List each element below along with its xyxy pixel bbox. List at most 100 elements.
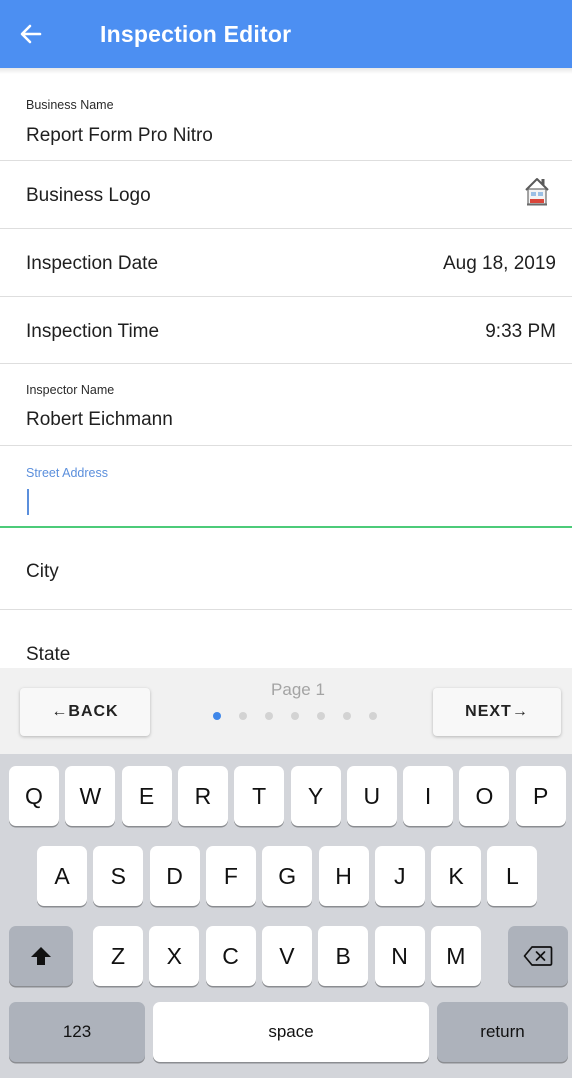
page-dot xyxy=(369,712,377,720)
key-n[interactable]: N xyxy=(374,926,425,986)
key-i-label: I xyxy=(424,782,432,809)
key-l[interactable]: L xyxy=(487,846,538,906)
key-q-label: Q xyxy=(25,782,43,809)
inspection-editor-screen: Inspection Editor Business Name Report F… xyxy=(0,0,572,1078)
key-k-label: K xyxy=(448,862,464,889)
pager-bar: ←BACK Page 1 NEXT→ xyxy=(0,668,572,754)
key-a[interactable]: A xyxy=(37,846,87,906)
return-key-label: return xyxy=(480,1022,525,1041)
key-j[interactable]: J xyxy=(374,846,425,906)
key-y[interactable]: Y xyxy=(290,766,341,826)
state-field[interactable]: State xyxy=(0,610,572,670)
key-g[interactable]: G xyxy=(262,846,313,906)
page-dot xyxy=(265,712,273,720)
space-key-label: space xyxy=(268,1022,314,1041)
on-screen-keyboard: Q W E R T Y U I O P A S D F G H J K L Z X C V B N M 123 space return xyxy=(0,754,572,1078)
key-m[interactable]: M xyxy=(430,926,481,986)
inspector-name-value: Robert Eichmann xyxy=(26,409,173,430)
key-n-label: N xyxy=(391,942,408,969)
key-b-label: B xyxy=(335,942,351,969)
key-u[interactable]: U xyxy=(346,766,397,826)
key-r-label: R xyxy=(194,782,212,809)
key-w[interactable]: W xyxy=(65,766,116,826)
key-o[interactable]: O xyxy=(459,766,510,826)
key-k[interactable]: K xyxy=(431,846,482,906)
key-f-label: F xyxy=(223,862,238,889)
key-i[interactable]: I xyxy=(403,766,454,826)
back-button[interactable] xyxy=(0,0,72,68)
page-dot xyxy=(213,712,221,720)
key-l-label: L xyxy=(505,862,519,889)
key-t[interactable]: T xyxy=(234,766,285,826)
key-o-label: O xyxy=(475,782,494,809)
return-key[interactable]: return xyxy=(437,1002,568,1062)
state-label: State xyxy=(26,644,71,665)
key-m-label: M xyxy=(446,942,466,969)
key-q[interactable]: Q xyxy=(9,766,59,826)
shift-key[interactable] xyxy=(9,926,73,986)
key-c[interactable]: C xyxy=(205,926,256,986)
key-x[interactable]: X xyxy=(149,926,200,986)
key-t-label: T xyxy=(252,782,267,809)
key-s[interactable]: S xyxy=(93,846,144,906)
key-y-label: Y xyxy=(307,782,324,809)
key-d[interactable]: D xyxy=(149,846,200,906)
inspection-time-row[interactable]: Inspection Time 9:33 PM xyxy=(0,297,572,364)
business-logo-label: Business Logo xyxy=(26,185,151,206)
street-address-field[interactable]: Street Address xyxy=(0,446,572,528)
app-bar-shadow xyxy=(0,68,572,74)
inspection-time-label: Inspection Time xyxy=(26,321,160,342)
inspection-time-value: 9:33 PM xyxy=(485,321,556,342)
numbers-key[interactable]: 123 xyxy=(9,1002,145,1062)
key-p[interactable]: P xyxy=(515,766,566,826)
inspection-date-value: Aug 18, 2019 xyxy=(442,253,556,274)
space-key[interactable]: space xyxy=(153,1002,429,1062)
key-f[interactable]: F xyxy=(205,846,256,906)
business-name-value: Report Form Pro Nitro xyxy=(26,125,213,146)
inspection-date-row[interactable]: Inspection Date Aug 18, 2019 xyxy=(0,229,572,297)
page-dot xyxy=(317,712,325,720)
key-s-label: S xyxy=(110,862,126,889)
city-label: City xyxy=(26,561,59,582)
street-address-label: Street Address xyxy=(26,466,108,480)
key-r[interactable]: R xyxy=(177,766,228,826)
arrow-left-icon xyxy=(20,24,42,44)
numbers-key-label: 123 xyxy=(62,1022,92,1041)
page-dot xyxy=(239,712,247,720)
key-c-label: C xyxy=(222,942,239,969)
key-z[interactable]: Z xyxy=(93,926,143,986)
text-cursor xyxy=(27,489,29,515)
page-dot xyxy=(291,712,299,720)
inspector-name-field[interactable]: Inspector Name Robert Eichmann xyxy=(0,364,572,446)
page-title: Inspection Editor xyxy=(100,20,292,47)
business-name-field[interactable]: Business Name Report Form Pro Nitro xyxy=(0,84,572,161)
delete-key[interactable] xyxy=(508,926,568,986)
page-dot xyxy=(343,712,351,720)
key-p-label: P xyxy=(533,782,549,809)
key-d-label: D xyxy=(166,862,183,889)
key-e-label: E xyxy=(138,782,155,809)
key-h[interactable]: H xyxy=(318,846,369,906)
next-page-button[interactable]: NEXT→ xyxy=(433,688,561,736)
city-field[interactable]: City xyxy=(0,528,572,610)
key-z-label: Z xyxy=(110,942,126,969)
app-bar: Inspection Editor xyxy=(0,0,572,68)
key-v-label: V xyxy=(279,942,295,969)
inspection-date-label: Inspection Date xyxy=(26,253,159,274)
house-logo-icon xyxy=(525,178,549,206)
shift-arrow-icon xyxy=(31,947,51,965)
inspector-name-label: Inspector Name xyxy=(26,383,115,397)
key-h-label: H xyxy=(335,862,352,889)
key-j-label: J xyxy=(394,862,406,889)
key-x-label: X xyxy=(166,942,182,969)
key-a-label: A xyxy=(54,862,70,889)
key-w-label: W xyxy=(79,782,102,809)
key-g-label: G xyxy=(278,862,297,889)
key-b[interactable]: B xyxy=(318,926,369,986)
backspace-icon xyxy=(523,946,553,966)
business-name-label: Business Name xyxy=(26,98,114,112)
key-u-label: U xyxy=(363,782,381,809)
key-v[interactable]: V xyxy=(261,926,312,986)
key-e[interactable]: E xyxy=(121,766,172,826)
business-logo-row[interactable]: Business Logo xyxy=(0,161,572,229)
